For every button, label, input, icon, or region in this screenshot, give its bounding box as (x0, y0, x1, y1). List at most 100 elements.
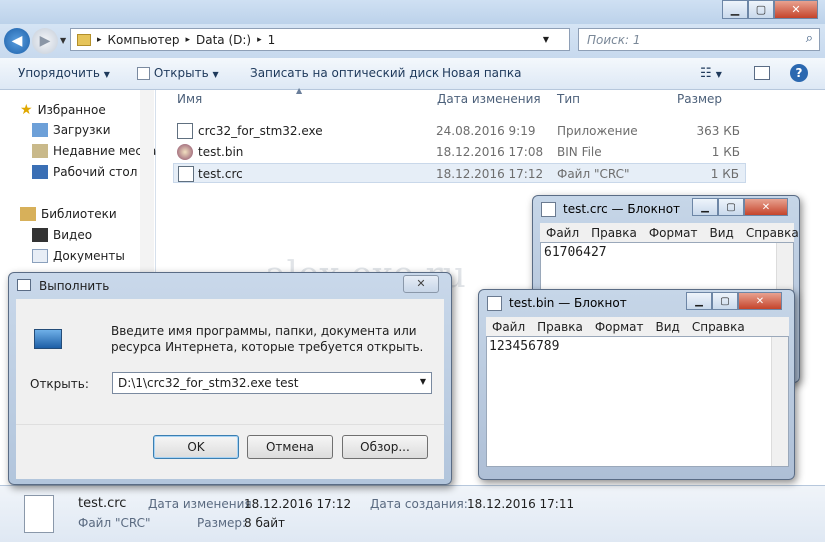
details-created-label: Дата создания: (370, 497, 468, 511)
menu-format[interactable]: Формат (589, 320, 650, 334)
menu-view[interactable]: Вид (704, 226, 740, 240)
history-dropdown-icon[interactable]: ▼ (60, 36, 66, 45)
documents-icon (32, 249, 48, 263)
nav-downloads[interactable]: Загрузки (32, 123, 111, 137)
forward-button[interactable]: ▶ (32, 28, 58, 54)
search-input[interactable]: Поиск: 1 ⌕ (578, 28, 820, 51)
run-program-icon (34, 329, 62, 349)
file-size: 363 КБ (696, 124, 740, 138)
selected-file-icon (24, 495, 54, 533)
menu-edit[interactable]: Правка (531, 320, 589, 334)
command-toolbar: Упорядочить ▼ Открыть ▼ Записать на опти… (0, 58, 825, 90)
file-type: Файл "CRC" (557, 167, 630, 181)
nav-recent[interactable]: Недавние места (32, 144, 156, 158)
file-type: BIN File (557, 145, 602, 159)
help-icon[interactable]: ? (790, 64, 808, 82)
close-button[interactable]: ✕ (744, 198, 788, 216)
breadcrumb-separator-icon: ▸ (185, 34, 190, 45)
view-options-icon[interactable]: ☷ ▼ (700, 66, 722, 81)
breadcrumb-drive[interactable]: Data (D:) (196, 33, 251, 47)
cancel-button[interactable]: Отмена (247, 435, 333, 459)
run-title: Выполнить (39, 279, 110, 293)
search-icon[interactable]: ⌕ (806, 31, 813, 46)
chevron-down-icon[interactable]: ▼ (420, 377, 426, 386)
breadcrumb-separator-icon: ▸ (257, 34, 262, 45)
column-size[interactable]: Размер (677, 92, 722, 106)
file-row[interactable]: test.bin 18.12.2016 17:08 BIN File 1 КБ (173, 142, 746, 162)
window-controls: ▁ ▢ ✕ (686, 292, 782, 310)
video-icon (32, 228, 48, 242)
back-arrow-icon: ◀ (11, 33, 23, 49)
burn-button[interactable]: Записать на оптический диск (250, 66, 439, 80)
minimize-button[interactable]: ▁ (686, 292, 712, 310)
menu-edit[interactable]: Правка (585, 226, 643, 240)
recent-places-icon (32, 144, 48, 158)
menu-file[interactable]: Файл (486, 320, 531, 334)
star-icon: ★ (20, 102, 33, 118)
minimize-button[interactable]: ▁ (692, 198, 718, 216)
file-size: 1 КБ (711, 145, 740, 159)
file-name: test.crc (198, 167, 243, 181)
breadcrumb-computer[interactable]: Компьютер (108, 33, 180, 47)
maximize-button[interactable]: ▢ (718, 198, 744, 216)
menu-format[interactable]: Формат (643, 226, 704, 240)
file-row-selected[interactable]: test.crc 18.12.2016 17:12 Файл "CRC" 1 К… (173, 163, 746, 183)
menu-help[interactable]: Справка (686, 320, 751, 334)
open-label: Открыть: (30, 377, 89, 391)
column-date[interactable]: Дата изменения (437, 92, 541, 106)
file-row[interactable]: crc32_for_stm32.exe 24.08.2016 9:19 Прил… (173, 121, 746, 141)
run-body: Введите имя программы, папки, документа … (16, 299, 444, 479)
column-name[interactable]: Имя (177, 92, 202, 106)
open-button[interactable]: Открыть ▼ (137, 66, 219, 80)
file-name: test.bin (198, 145, 244, 159)
open-icon (137, 67, 150, 80)
close-button[interactable]: ✕ (738, 292, 782, 310)
file-date: 24.08.2016 9:19 (436, 124, 536, 138)
menu-view[interactable]: Вид (650, 320, 686, 334)
details-size-label: Размер: (197, 516, 247, 530)
vertical-scrollbar[interactable] (771, 337, 788, 466)
ok-button[interactable]: OK (153, 435, 239, 459)
column-type[interactable]: Тип (557, 92, 580, 106)
maximize-button[interactable]: ▢ (712, 292, 738, 310)
explorer-titlebar: ▁ ▢ ✕ (0, 0, 825, 24)
new-folder-button[interactable]: Новая папка (442, 66, 521, 80)
minimize-button[interactable]: ▁ (722, 0, 748, 19)
breadcrumb-separator-icon: ▸ (97, 34, 102, 45)
nav-video[interactable]: Видео (32, 228, 92, 242)
details-filename: test.crc (78, 496, 127, 511)
nav-favorites[interactable]: ★ Избранное (20, 102, 106, 118)
close-button[interactable]: ✕ (774, 0, 818, 19)
back-button[interactable]: ◀ (4, 28, 30, 54)
notepad-bin-textarea[interactable]: 123456789 (486, 336, 789, 467)
breadcrumb-folder[interactable]: 1 (268, 33, 276, 47)
window-controls: ▁ ▢ ✕ (692, 198, 788, 216)
address-bar[interactable]: ▸ Компьютер ▸ Data (D:) ▸ 1 ▼ ⟳ (70, 28, 591, 51)
command-input[interactable]: D:\1\crc32_for_stm32.exe test ▼ (112, 372, 432, 394)
menu-file[interactable]: Файл (540, 226, 585, 240)
downloads-icon (32, 123, 48, 137)
nav-desktop[interactable]: Рабочий стол (32, 165, 137, 179)
file-date: 18.12.2016 17:12 (436, 167, 544, 181)
close-button[interactable]: ✕ (403, 275, 439, 293)
preview-pane-icon[interactable] (754, 66, 770, 80)
address-dropdown-icon[interactable]: ▼ (543, 35, 549, 44)
notepad-bin-window: test.bin — Блокнот ▁ ▢ ✕ Файл Правка Фор… (478, 289, 795, 480)
file-size: 1 КБ (710, 167, 739, 181)
details-modified-value: 18.12.2016 17:12 (244, 497, 352, 511)
menu-help[interactable]: Справка (740, 226, 805, 240)
forward-arrow-icon: ▶ (39, 33, 51, 49)
maximize-button[interactable]: ▢ (748, 0, 774, 19)
details-size-value: 8 байт (244, 516, 285, 530)
folder-icon (77, 33, 91, 46)
details-pane: test.crc Файл "CRC" Дата изменения: 18.1… (0, 485, 825, 542)
nav-documents[interactable]: Документы (32, 249, 125, 263)
notepad-icon (487, 296, 502, 311)
button-bar: OK Отмена Обзор... (16, 424, 444, 479)
notepad-crc-content: 61706427 (544, 245, 607, 260)
details-filetype: Файл "CRC" (78, 516, 151, 530)
nav-libraries[interactable]: Библиотеки (20, 207, 117, 221)
notepad-crc-title: test.crc — Блокнот (563, 202, 681, 216)
organize-button[interactable]: Упорядочить ▼ (18, 66, 110, 80)
browse-button[interactable]: Обзор... (342, 435, 428, 459)
